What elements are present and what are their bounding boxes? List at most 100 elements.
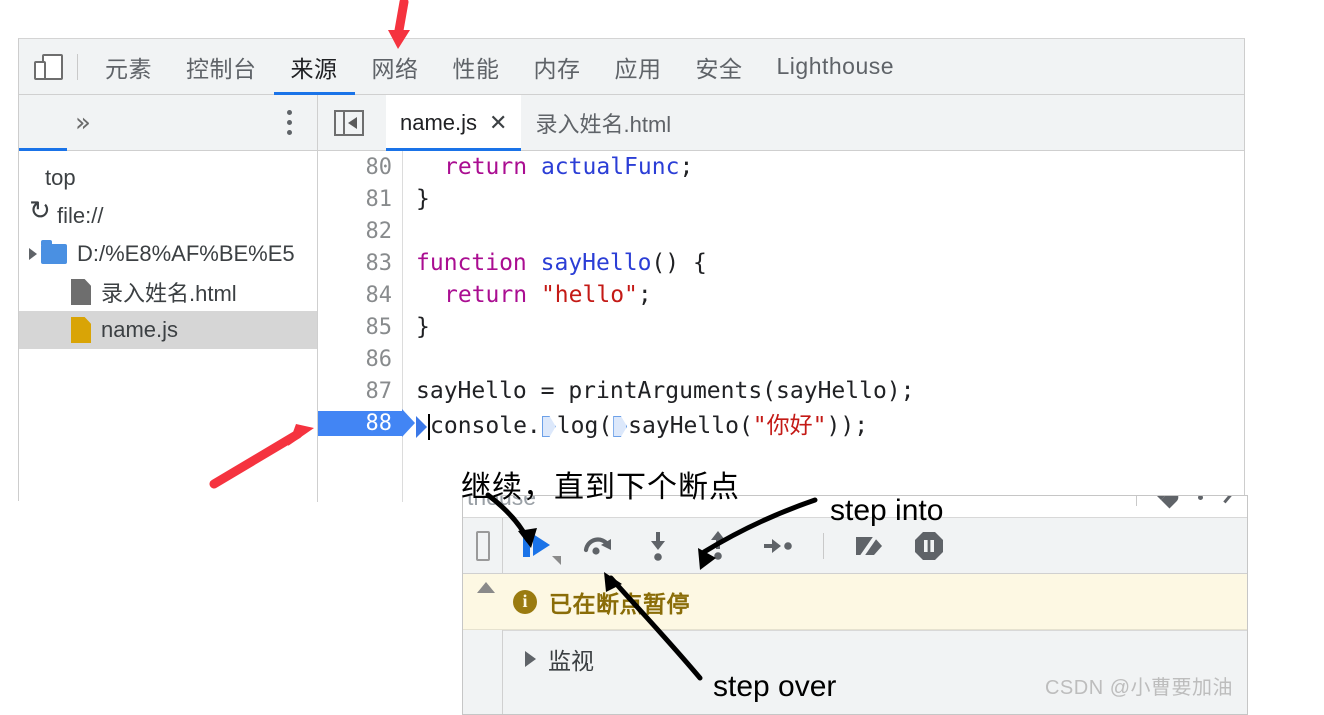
code-line[interactable]: 80return actualFunc; [318,151,1244,183]
tree-item-file-scheme-label: file:// [57,203,103,229]
tab-console[interactable]: 控制台 [169,39,274,95]
code-line[interactable]: 81} [318,183,1244,215]
editor-tab-html-label: 录入姓名.html [535,107,671,139]
tab-lighthouse[interactable]: Lighthouse [760,39,912,95]
tree-item-html-file-label: 录入姓名.html [101,276,237,308]
code-token: sayHello( [628,413,753,439]
info-icon: i [513,590,537,614]
code-editor[interactable]: 80return actualFunc;81}8283function sayH… [318,151,1244,502]
chevron-right-icon[interactable] [29,248,37,260]
watermark: CSDN @小曹要加油 [1045,671,1233,700]
tree-item-folder[interactable]: D:/%E8%AF%BE%E5 [19,235,317,273]
navigator-menu-icon[interactable] [285,108,293,138]
tree-item-html-file[interactable]: 录入姓名.html [19,273,317,311]
code-token [527,282,541,308]
navigator-file-tree[interactable]: top file:// D:/%E8%AF%BE%E5 录入姓名.html [19,151,318,502]
close-icon[interactable]: ✕ [489,112,507,134]
devtools-window: 元素 控制台 来源 网络 性能 内存 应用 安全 Lighthouse » na… [18,38,1245,501]
tree-item-js-file[interactable]: name.js [19,311,317,349]
step-into-button[interactable] [641,529,675,563]
secondary-toolbar-row: » name.js ✕ 录入姓名.html [19,95,1244,151]
resume-dropdown-icon[interactable] [552,556,561,565]
code-line-text: return actualFunc; [402,154,693,180]
tab-sources[interactable]: 来源 [274,39,355,95]
code-token: } [416,186,430,212]
device-toolbar-button[interactable] [27,45,71,89]
tree-item-file-scheme[interactable]: file:// [19,197,317,235]
line-number[interactable]: 87 [318,379,402,404]
tab-elements-label: 元素 [105,50,152,84]
line-number[interactable]: 82 [318,219,402,244]
tab-application[interactable]: 应用 [598,39,679,95]
code-line[interactable]: 86 [318,343,1244,375]
tab-performance-label: 性能 [453,50,500,84]
line-number[interactable]: 88 [318,411,402,436]
tab-network[interactable]: 网络 [355,39,436,95]
tree-item-top-label: top [45,165,76,191]
code-token: () { [651,250,706,276]
code-token: "你好" [753,413,827,439]
editor-tab-name-js[interactable]: name.js ✕ [386,95,521,151]
tab-memory-label: 内存 [534,50,581,84]
code-line-breakpoint[interactable]: 88console.log(sayHello("你好")); [318,407,1244,439]
navigator-active-underline [19,148,67,151]
tab-security-label: 安全 [696,50,743,84]
editor-tab-html[interactable]: 录入姓名.html [521,95,685,151]
inline-fold-icon[interactable] [613,416,627,437]
overlay-right-icons [1136,495,1241,506]
code-line[interactable]: 82 [318,215,1244,247]
deactivate-breakpoints-button[interactable] [852,529,886,563]
code-line[interactable]: 84return "hello"; [318,279,1244,311]
line-number[interactable]: 81 [318,187,402,212]
close-icon[interactable] [1221,495,1241,503]
code-token: return [444,282,527,308]
line-number[interactable]: 83 [318,251,402,276]
toggle-navigator-icon[interactable] [334,110,364,136]
annotation-step-over-label: step over [713,670,836,704]
step-into-icon [641,529,675,563]
heart-icon[interactable] [1155,495,1179,502]
code-line-text: } [402,186,430,212]
tab-network-label: 网络 [372,50,419,84]
code-token: ; [638,282,652,308]
line-number[interactable]: 80 [318,155,402,180]
tree-item-top[interactable]: top [19,159,317,197]
pause-on-exceptions-button[interactable] [912,529,946,563]
overlay-menu-icon[interactable] [1197,495,1203,505]
line-number[interactable]: 84 [318,283,402,308]
code-token: function [416,250,527,276]
tree-item-js-file-label: name.js [101,317,178,343]
screenshot-root: 元素 控制台 来源 网络 性能 内存 应用 安全 Lighthouse » na… [0,0,1324,715]
sidebar-toggle-button[interactable] [463,518,503,573]
code-token: log( [557,413,612,439]
tab-sources-label: 来源 [291,50,338,84]
tab-console-label: 控制台 [186,50,257,84]
tab-performance[interactable]: 性能 [436,39,517,95]
more-tabs-icon[interactable]: » [75,110,91,136]
tab-security[interactable]: 安全 [679,39,760,95]
editor-tabstrip: name.js ✕ 录入姓名.html [318,95,1244,150]
step-over-icon [581,529,615,563]
code-line-text: console.log(sayHello("你好")); [402,406,868,440]
javascript-file-icon [71,317,91,343]
debugger-overlay-panel: thouse [462,495,1248,715]
code-token: )); [827,413,869,439]
inline-fold-icon[interactable] [542,416,556,437]
line-number[interactable]: 86 [318,347,402,372]
tab-memory[interactable]: 内存 [517,39,598,95]
annotation-step-into-label: step into [830,494,943,528]
execution-pointer-icon [416,416,427,438]
code-line[interactable]: 87sayHello = printArguments(sayHello); [318,375,1244,407]
step-button[interactable] [761,529,795,563]
step-out-button[interactable] [701,529,735,563]
line-number[interactable]: 85 [318,315,402,340]
code-line[interactable]: 85} [318,311,1244,343]
tab-elements[interactable]: 元素 [88,39,169,95]
code-line[interactable]: 83function sayHello() { [318,247,1244,279]
deactivate-breakpoints-icon [852,529,886,563]
code-lines: 80return actualFunc;81}8283function sayH… [318,151,1244,439]
scroll-up-icon[interactable] [477,582,495,593]
code-line-text: sayHello = printArguments(sayHello); [402,378,915,404]
step-over-button[interactable] [581,529,615,563]
resume-button[interactable] [521,529,555,563]
